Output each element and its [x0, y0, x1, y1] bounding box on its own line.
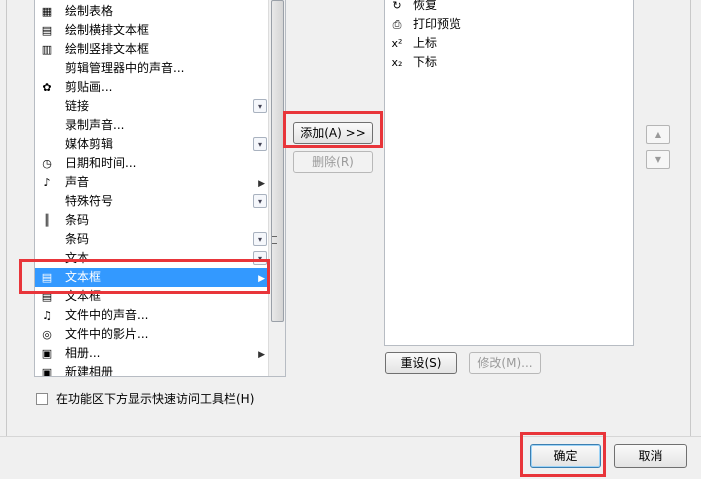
- command-label: 文本框: [65, 270, 102, 284]
- textbox-icon: ▤: [41, 290, 53, 303]
- command-label: 相册...: [65, 346, 101, 360]
- command-label: 录制声音...: [65, 118, 125, 132]
- command-list-item[interactable]: ▤ 文本框: [35, 287, 269, 306]
- command-label: 文本: [65, 251, 90, 265]
- command-label: 新建相册: [65, 365, 114, 377]
- reset-button[interactable]: 重设(S): [385, 352, 457, 374]
- sound-file-icon: ♫: [42, 309, 52, 322]
- dropdown-indicator-icon: ▾: [253, 232, 267, 246]
- table-grid-icon: ▦: [41, 5, 53, 18]
- command-list-item[interactable]: ▣ 新建相册: [35, 363, 269, 377]
- show-below-ribbon-checkbox[interactable]: [36, 393, 48, 405]
- toolbar-command-label: 打印预览: [413, 17, 462, 31]
- print-preview-icon: ⎙: [392, 18, 402, 31]
- command-label: 声音: [65, 175, 90, 189]
- command-list-item[interactable]: 文本 ▾: [35, 249, 269, 268]
- toolbar-command-item[interactable]: x₂ 下标: [385, 53, 633, 72]
- ok-button-label: 确定: [553, 449, 578, 463]
- dropdown-indicator-icon: ▾: [253, 99, 267, 113]
- ok-button[interactable]: 确定: [530, 444, 601, 468]
- command-label: 文件中的声音...: [65, 308, 149, 322]
- command-label: 剪辑管理器中的声音...: [65, 61, 185, 75]
- right-edge: [690, 0, 691, 436]
- textbox-horizontal-icon: ▤: [41, 24, 53, 37]
- command-list-item[interactable]: ▥ 绘制竖排文本框: [35, 40, 269, 59]
- cancel-button-label: 取消: [638, 449, 663, 463]
- toolbar-command-item[interactable]: x² 上标: [385, 34, 633, 53]
- movie-file-icon: ◎: [42, 328, 52, 341]
- date-time-icon: ◷: [42, 157, 52, 170]
- modify-button-label: 修改(M)...: [477, 356, 533, 370]
- textbox-vertical-icon: ▥: [41, 43, 53, 56]
- remove-button[interactable]: 删除(R): [293, 151, 373, 173]
- command-label: 媒体剪辑: [65, 137, 114, 151]
- command-label: 绘制横排文本框: [65, 23, 150, 37]
- add-button[interactable]: 添加(A) >>: [293, 122, 373, 144]
- command-list-item[interactable]: ▦ 绘制表格: [35, 2, 269, 21]
- command-list-item[interactable]: ║ 条码: [35, 211, 269, 230]
- command-list-item[interactable]: 条码 ▾: [35, 230, 269, 249]
- dropdown-indicator-icon: ▾: [253, 137, 267, 151]
- toolbar-command-label: 恢复: [413, 0, 438, 12]
- toolbar-command-label: 下标: [413, 55, 438, 69]
- command-label: 条码: [65, 232, 90, 246]
- textbox-icon: ▤: [41, 271, 53, 284]
- command-list-item[interactable]: ▤ 绘制横排文本框: [35, 21, 269, 40]
- command-label: 绘制竖排文本框: [65, 42, 150, 56]
- show-below-ribbon-label: 在功能区下方显示快速访问工具栏(H): [56, 392, 255, 406]
- dropdown-indicator-icon: ▾: [253, 194, 267, 208]
- barcode-icon: ║: [43, 214, 51, 227]
- photo-album-icon: ▣: [41, 347, 53, 360]
- command-list-item[interactable]: 剪辑管理器中的声音...: [35, 59, 269, 78]
- remove-button-label: 删除(R): [312, 155, 354, 169]
- redo-icon: ↻: [392, 0, 402, 12]
- toolbar-command-item[interactable]: ↻ 恢复: [385, 0, 633, 15]
- command-list-item[interactable]: ♫ 文件中的声音...: [35, 306, 269, 325]
- scrollbar-thumb[interactable]: [271, 0, 284, 322]
- clipart-icon: ✿: [42, 81, 52, 94]
- reset-button-label: 重设(S): [400, 356, 442, 370]
- toolbar-command-label: 上标: [413, 36, 438, 50]
- command-label: 特殊符号: [65, 194, 114, 208]
- scrollbar-grip-icon: [272, 236, 277, 244]
- cancel-button[interactable]: 取消: [614, 444, 687, 468]
- superscript-icon: x²: [391, 37, 403, 50]
- command-list-item[interactable]: ▤ 文本框 ▶: [35, 268, 269, 287]
- command-label: 日期和时间...: [65, 156, 137, 170]
- commands-list[interactable]: ▦ 绘制表格 ▤ 绘制横排文本框 ▥ 绘制竖排文本框剪辑管理器中的声音... ✿ 剪贴画...…: [34, 0, 286, 377]
- command-label: 条码: [65, 213, 90, 227]
- toolbar-commands-rows: ↻ 恢复 ⎙ 打印预览 x² 上标 x₂ 下标: [385, 0, 633, 72]
- move-down-button[interactable]: ▼: [646, 150, 670, 169]
- command-label: 剪贴画...: [65, 80, 113, 94]
- footer-separator: [0, 436, 701, 437]
- command-list-item[interactable]: 录制声音...: [35, 116, 269, 135]
- command-label: 链接: [65, 99, 90, 113]
- new-album-icon: ▣: [41, 366, 53, 377]
- command-list-item[interactable]: ▣ 相册... ▶: [35, 344, 269, 363]
- dropdown-indicator-icon: ▾: [253, 251, 267, 265]
- command-list-item[interactable]: ◷ 日期和时间...: [35, 154, 269, 173]
- commands-list-rows: ▦ 绘制表格 ▤ 绘制横排文本框 ▥ 绘制竖排文本框剪辑管理器中的声音... ✿ 剪贴画...…: [35, 2, 269, 377]
- commands-list-scrollbar[interactable]: [268, 0, 285, 376]
- command-list-item[interactable]: 特殊符号 ▾: [35, 192, 269, 211]
- add-button-label: 添加(A) >>: [300, 126, 366, 140]
- command-list-item[interactable]: ✿ 剪贴画...: [35, 78, 269, 97]
- toolbar-command-item[interactable]: ⎙ 打印预览: [385, 15, 633, 34]
- command-list-item[interactable]: ◎ 文件中的影片...: [35, 325, 269, 344]
- command-list-item[interactable]: 链接 ▾: [35, 97, 269, 116]
- subscript-icon: x₂: [391, 56, 403, 69]
- toolbar-commands-list[interactable]: ↻ 恢复 ⎙ 打印预览 x² 上标 x₂ 下标: [384, 0, 634, 346]
- sound-icon: ♪: [43, 176, 51, 189]
- move-up-button[interactable]: ▲: [646, 125, 670, 144]
- command-label: 绘制表格: [65, 4, 114, 18]
- command-label: 文本框: [65, 289, 102, 303]
- command-list-item[interactable]: 媒体剪辑 ▾: [35, 135, 269, 154]
- left-edge: [6, 0, 7, 436]
- command-label: 文件中的影片...: [65, 327, 149, 341]
- command-list-item[interactable]: ♪ 声音 ▶: [35, 173, 269, 192]
- modify-button[interactable]: 修改(M)...: [469, 352, 541, 374]
